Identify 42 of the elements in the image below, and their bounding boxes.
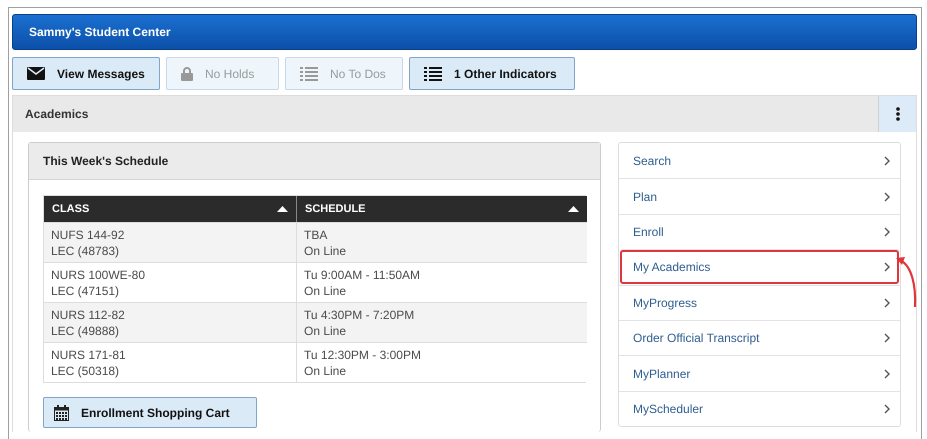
table-cell: Tu 4:30PM - 7:20PM On Line <box>297 302 587 342</box>
menu-item[interactable]: Order Official Transcript <box>619 320 900 356</box>
indicator-button[interactable]: View Messages <box>12 57 160 90</box>
menu-item[interactable]: MyScheduler <box>619 390 900 426</box>
menu-item[interactable]: Search <box>619 143 900 178</box>
chevron-right-icon <box>884 156 890 166</box>
table-cell: TBA On Line <box>297 222 587 262</box>
chevron-right-icon <box>884 262 890 272</box>
menu-item[interactable]: MyPlanner <box>619 355 900 391</box>
card-title: This Week's Schedule <box>43 154 168 168</box>
list-icon <box>424 66 442 80</box>
table-cell: NUFS 144-92 LEC (48783) <box>44 222 297 262</box>
page-title: Sammy's Student Center <box>29 25 171 39</box>
column-header[interactable]: CLASS <box>44 196 297 222</box>
sort-icon <box>568 206 579 212</box>
calendar-icon <box>54 404 69 420</box>
menu-item[interactable]: Enroll <box>619 214 900 250</box>
chevron-right-icon <box>884 368 890 379</box>
sort-icon <box>277 206 288 212</box>
more-options-button[interactable] <box>878 96 916 132</box>
menu-item[interactable]: My Academics <box>619 249 900 285</box>
menu-item[interactable]: MyProgress <box>619 284 900 320</box>
list-icon <box>300 66 318 80</box>
lock-icon <box>181 66 193 80</box>
chevron-right-icon <box>884 404 890 414</box>
indicator-button[interactable]: 1 Other Indicators <box>409 57 575 90</box>
menu-item[interactable]: Plan <box>619 178 900 214</box>
table-cell: NURS 100WE-80 LEC (47151) <box>44 262 297 302</box>
more-icon <box>896 107 900 121</box>
chevron-right-icon <box>884 333 890 344</box>
panel-title: Academics <box>24 107 88 121</box>
chevron-right-icon <box>884 298 890 308</box>
table-cell: NURS 112-82 LEC (49888) <box>44 302 297 342</box>
shopping-cart-button[interactable]: Enrollment Shopping Cart <box>43 397 257 428</box>
envelope-icon <box>27 67 45 80</box>
annotation-arrow <box>896 256 918 308</box>
chevron-right-icon <box>884 226 890 237</box>
table-cell: Tu 12:30PM - 3:00PM On Line <box>297 342 587 382</box>
table-cell: NURS 171-81 LEC (50318) <box>44 342 297 382</box>
chevron-right-icon <box>884 192 890 202</box>
table-cell: Tu 9:00AM - 11:50AM On Line <box>297 262 587 302</box>
column-header[interactable]: SCHEDULE <box>297 196 587 222</box>
